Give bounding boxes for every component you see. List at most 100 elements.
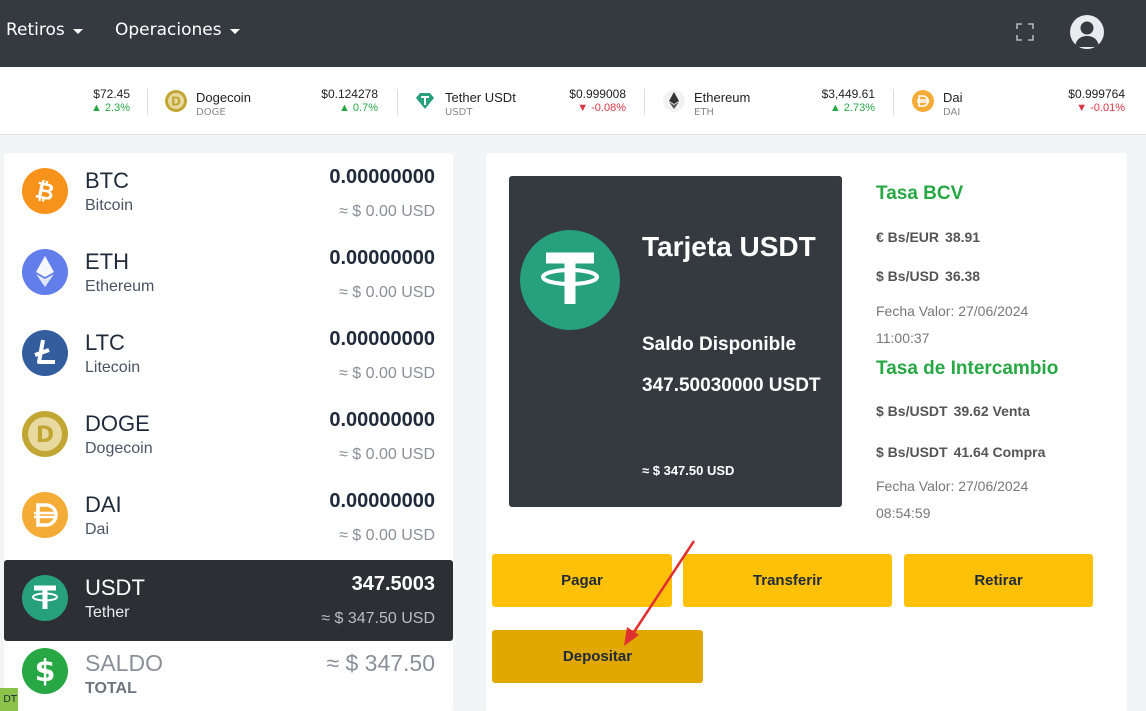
wallet-name: Ethereum [85,278,155,295]
wallet-symbol: DOGE [85,411,150,436]
ticker-coin-tether[interactable]: Tether USDt USDT [413,87,516,118]
bitcoin-icon: ₿ [22,168,68,214]
wallet-name: Dai [85,521,110,538]
ticker-price-value: $3,449.61 [821,87,875,101]
wallet-amount: 0.00000000 [329,490,435,512]
ticker-divider [644,89,645,115]
wallet-row-ltc[interactable]: LTC Litecoin 0.00000000 ≈ $ 0.00 USD [4,315,453,396]
eur-rate: € Bs/EUR 38.91 [876,229,980,245]
usd-rate-value: 36.38 [945,268,981,284]
ticker-coin-name: Ethereum [694,90,751,105]
ticker-coin-dai[interactable]: Dai DAI [911,87,963,118]
top-navbar: Retiros Operaciones [0,0,1146,67]
wallet-row-eth[interactable]: ETH Ethereum 0.00000000 ≈ $ 0.00 USD [4,234,453,315]
ethereum-icon [22,249,68,295]
card-balance-label: Saldo Disponible [642,334,797,355]
ticker-change-value: 0.7% [352,102,378,114]
wallet-usd: ≈ $ 0.00 USD [339,203,435,220]
tether-icon [520,230,620,330]
dai-icon [22,492,68,538]
ticker-coin-name: Dai [943,90,963,105]
card-balance-usd: ≈ $ 347.50 USD [642,463,735,478]
ticker-coin-symbol: USDT [445,107,473,118]
ticker-price-value: $0.124278 [321,87,378,101]
eur-rate-label: € Bs/EUR [876,229,940,245]
ticker-divider [147,89,148,115]
wallet-symbol: BTC [85,168,129,193]
caret-down-icon [72,28,83,34]
usd-rate-label: $ Bs/USD [876,268,940,284]
dollar-icon: $ [22,648,68,694]
ticker-change: ▲ 2.73% [829,102,875,114]
wallet-usd: ≈ $ 0.00 USD [339,284,435,301]
ticker-change: ▲ 2.3% [90,102,130,114]
nav-operaciones[interactable]: Operaciones [115,20,240,40]
ticker-price-value: $0.999008 [569,87,626,101]
bcv-rate-title: Tasa BCV [876,183,964,204]
nav-retiros[interactable]: Retiros [6,20,83,40]
wallet-usd: ≈ $ 0.00 USD [339,527,435,544]
wallet-name: Dogecoin [85,440,153,457]
wallet-symbol: LTC [85,330,125,355]
nav-retiros-label: Retiros [6,20,65,40]
wallet-symbol: ETH [85,249,129,274]
tether-gem-icon [416,93,434,109]
ticker-coin-name: Tether USDt [445,90,516,105]
sell-rate: $ Bs/USDT 39.62 Venta [876,403,1030,419]
wallet-amount: 0.00000000 [329,328,435,350]
usdt-card: Tarjeta USDT Saldo Disponible 347.500300… [509,176,842,507]
user-avatar[interactable] [1070,15,1104,49]
wallet-row-doge[interactable]: D DOGE Dogecoin 0.00000000 ≈ $ 0.00 USD [4,396,453,477]
ticker-price: $3,449.61 ▲ 2.73% [805,87,875,114]
ticker-change: ▼ -0.01% [1076,102,1125,114]
price-ticker: $72.45 ▲ 2.3% D Dogecoin DOGE $0.124278 ▲… [0,67,1146,135]
ticker-change: ▼ -0.08% [577,102,626,114]
svg-text:D: D [171,95,181,109]
wallet-amount: 0.00000000 [329,409,435,431]
sell-rate-label: $ Bs/USDT [876,403,948,419]
ticker-price-value: $72.45 [93,87,130,101]
wallet-usd: ≈ $ 347.50 USD [321,610,435,627]
wallet-usd: ≈ $ 0.00 USD [339,365,435,382]
svg-text:$: $ [35,654,56,689]
wallet-row-dai[interactable]: DAI Dai 0.00000000 ≈ $ 0.00 USD [4,477,453,558]
buy-rate-value: 41.64 Compra [953,444,1046,460]
exchange-rate-date: Fecha Valor: 27/06/2024 08:54:59 [876,478,1029,521]
wallet-list: ₿ BTC Bitcoin 0.00000000 ≈ $ 0.00 USD ET… [4,153,453,711]
eur-rate-value: 38.91 [945,229,981,245]
sell-rate-value: 39.62 Venta [953,403,1030,419]
buy-rate-label: $ Bs/USDT [876,444,948,460]
pagar-button[interactable]: Pagar [492,554,672,607]
card-balance: 347.50030000 USDT [642,375,821,396]
fullscreen-icon[interactable] [1016,23,1034,41]
transferir-button[interactable]: Transferir [683,554,892,607]
dogecoin-icon: D [22,411,68,457]
ticker-coin-ethereum[interactable]: Ethereum ETH [662,87,750,118]
tether-icon [22,575,68,621]
depositar-button[interactable]: Depositar [492,630,703,683]
wallet-name: Bitcoin [85,197,134,214]
ticker-change-value: 2.3% [104,102,130,114]
ticker-change-value: 2.73% [843,102,875,114]
usd-rate: $ Bs/USD 36.38 [876,268,980,284]
corner-tag: DT [0,688,18,711]
buy-rate: $ Bs/USDT 41.64 Compra [876,444,1045,460]
wallet-row-btc[interactable]: ₿ BTC Bitcoin 0.00000000 ≈ $ 0.00 USD [4,153,453,234]
ticker-coin-symbol: ETH [694,107,714,118]
bcv-rate-date: Fecha Valor: 27/06/2024 11:00:37 [876,303,1029,346]
wallet-row-usdt[interactable]: USDT Tether 347.5003 ≈ $ 347.50 USD [4,560,453,641]
ticker-price: $0.124278 ▲ 0.7% [310,87,378,114]
total-sublabel: TOTAL [85,680,137,697]
exchange-rate-title: Tasa de Intercambio [876,358,1059,379]
ticker-coin-dogecoin[interactable]: D Dogecoin DOGE [164,87,251,118]
wallet-amount: 0.00000000 [329,166,435,188]
svg-text:D: D [36,423,54,448]
ticker-change-value: -0.08% [591,102,626,114]
ticker-change-value: -0.01% [1090,102,1125,114]
total-value: ≈ $ 347.50 [326,650,435,676]
wallet-detail-panel: Tarjeta USDT Saldo Disponible 347.500300… [486,153,1127,711]
wallet-symbol: USDT [85,575,145,600]
retirar-button[interactable]: Retirar [904,554,1093,607]
total-label: SALDO [85,650,163,676]
ticker-divider [397,89,398,115]
